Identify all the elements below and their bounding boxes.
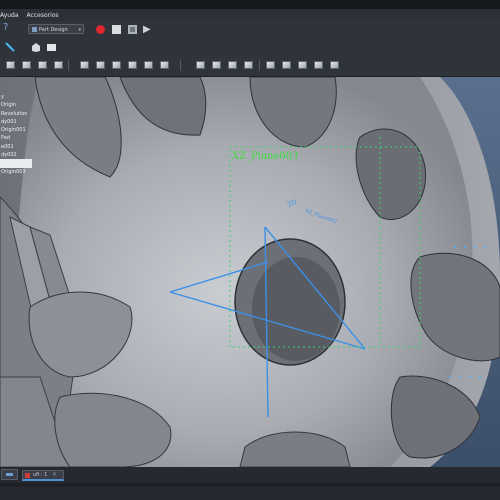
plane-label: XZ_Plane003 [232, 151, 298, 162]
document-icon [25, 473, 30, 478]
main-toolbar: ? Part Design ▾ ▶ [0, 21, 500, 39]
tree-item[interactable]: Origin001 [0, 126, 32, 134]
macros-icon [128, 25, 137, 34]
tree-item[interactable]: Pad [0, 134, 32, 142]
toolbar-separator [259, 60, 260, 71]
folder-icon [47, 44, 56, 51]
menu-ayuda[interactable]: Ayuda [0, 12, 19, 19]
part-design-features-toolbar [0, 56, 500, 77]
3d-viewport[interactable]: XZ_Plane003 3D XZ_Plane003 [0, 77, 500, 467]
tree-item[interactable]: Origin [0, 101, 32, 109]
create-body-button[interactable] [30, 42, 41, 53]
tree-item[interactable]: dy002 [0, 151, 32, 159]
boolean-icon[interactable] [330, 61, 339, 69]
sketch-button[interactable] [5, 42, 16, 53]
linear-pattern-icon[interactable] [212, 61, 221, 69]
mirrored-icon[interactable] [196, 61, 205, 69]
macros-button[interactable] [127, 24, 138, 35]
macro-stop-button[interactable] [111, 24, 122, 35]
subtractive-primitive-icon[interactable] [160, 61, 169, 69]
document-tab-label: ufi : 1 [33, 472, 48, 478]
chevron-down-icon: ▾ [78, 27, 81, 33]
tree-item-selected[interactable] [0, 159, 32, 168]
tree-item[interactable]: dy001 [0, 118, 32, 126]
subtractive-pipe-icon[interactable] [144, 61, 153, 69]
workbench-label: Part Design [39, 27, 68, 33]
chamfer-icon[interactable] [282, 61, 291, 69]
whats-this-icon[interactable]: ? [3, 22, 8, 33]
open-folder-button[interactable] [46, 42, 57, 53]
body-icon [32, 43, 40, 52]
part-design-icon [32, 27, 37, 32]
subtractive-loft-icon[interactable] [128, 61, 137, 69]
revolution-icon[interactable] [22, 61, 31, 69]
pencil-icon [5, 42, 15, 52]
toolbar-separator [68, 60, 69, 71]
groove-icon[interactable] [112, 61, 121, 69]
fillet-icon[interactable] [266, 61, 275, 69]
thickness-icon[interactable] [314, 61, 323, 69]
bottom-panel: ufi : 1 × [0, 467, 500, 500]
menu-accesorios[interactable]: Accesorios [27, 12, 59, 19]
tree-item[interactable]: e001 [0, 143, 32, 151]
multi-transform-icon[interactable] [244, 61, 253, 69]
document-tab[interactable]: ufi : 1 × [22, 470, 64, 481]
macro-record-button[interactable] [95, 24, 106, 35]
draft-icon[interactable] [298, 61, 307, 69]
part-design-helper-toolbar [0, 38, 500, 56]
toolbar-separator [180, 60, 181, 71]
tree-item[interactable]: Origin003 [0, 168, 32, 176]
polar-pattern-icon[interactable] [228, 61, 237, 69]
additive-loft-icon[interactable] [38, 61, 47, 69]
additive-pipe-icon[interactable] [54, 61, 63, 69]
play-icon: ▶ [143, 24, 151, 35]
status-bar [0, 483, 500, 487]
window-title-bar [0, 0, 500, 9]
tree-item[interactable]: y [0, 93, 32, 101]
wheel-model-render[interactable]: XZ_Plane003 3D XZ_Plane003 [0, 77, 500, 467]
hole-icon[interactable] [96, 61, 105, 69]
stop-icon [112, 25, 121, 34]
view-toggle-button[interactable] [1, 469, 18, 480]
model-tree: y Origin Revolution dy001 Origin001 Pad … [0, 93, 32, 176]
pocket-icon[interactable] [80, 61, 89, 69]
workbench-selector[interactable]: Part Design ▾ [28, 24, 84, 34]
macro-execute-button[interactable]: ▶ [143, 24, 154, 35]
menu-bar: Ayuda Accesorios [0, 9, 500, 21]
pad-icon[interactable] [6, 61, 15, 69]
close-icon[interactable]: × [52, 471, 57, 478]
tree-item[interactable]: Revolution [0, 110, 32, 118]
record-icon [96, 25, 105, 34]
